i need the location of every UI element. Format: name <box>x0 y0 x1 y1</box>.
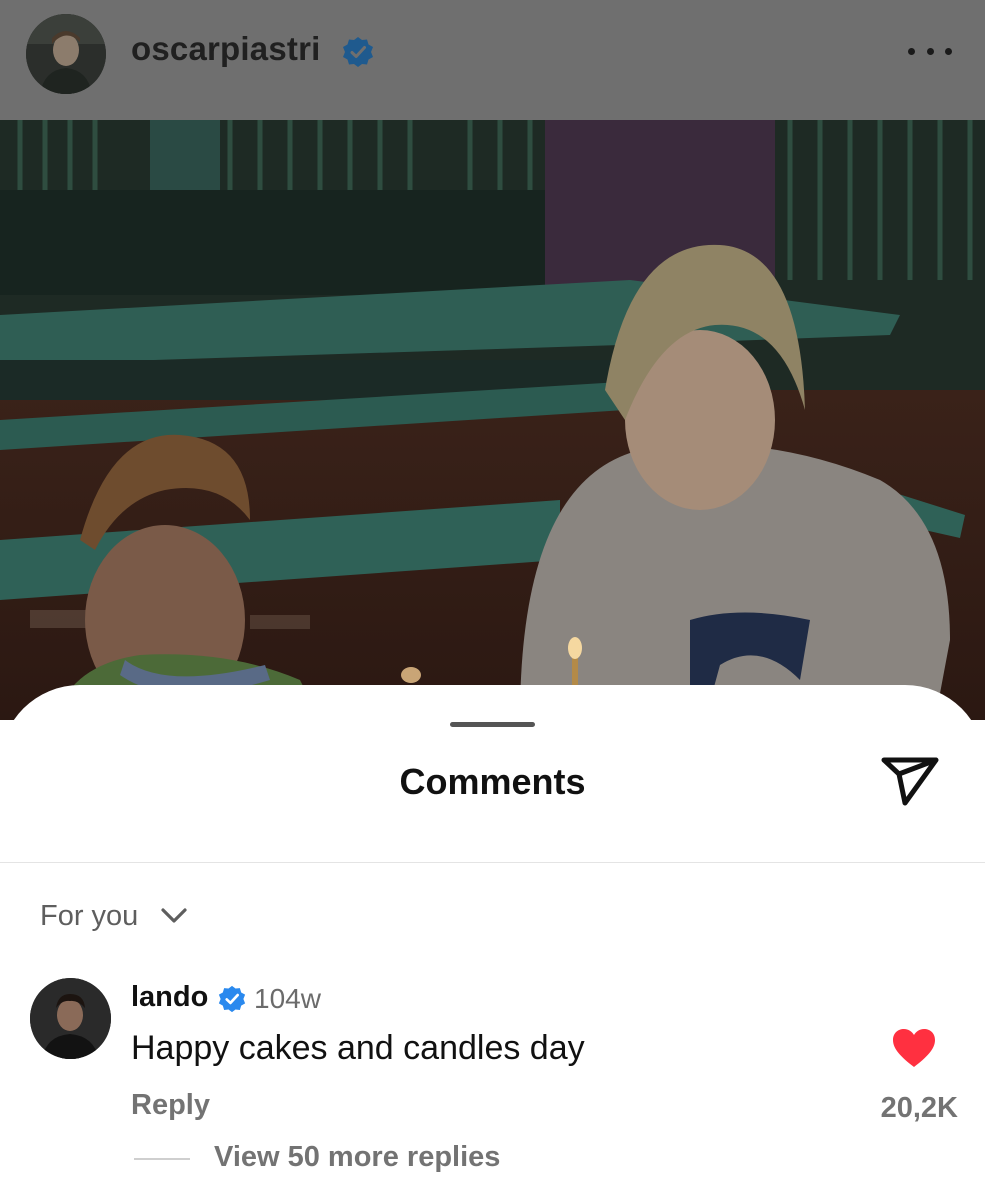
chevron-down-icon <box>161 908 187 923</box>
post-photo[interactable] <box>0 120 985 720</box>
more-dot <box>926 47 934 55</box>
heart-icon[interactable] <box>891 1027 937 1069</box>
comment-author-name[interactable]: lando <box>131 981 208 1014</box>
replies-connector-line <box>134 1158 190 1160</box>
verified-badge-icon <box>343 37 373 67</box>
comments-sheet: Comments <box>0 685 985 1200</box>
send-icon[interactable] <box>878 752 942 812</box>
post-header: oscarpiastri <box>0 0 985 120</box>
sort-label: For you <box>40 899 139 932</box>
verified-badge-icon <box>218 985 246 1013</box>
sheet-drag-handle[interactable] <box>450 722 535 727</box>
sheet-title: Comments <box>399 761 586 802</box>
view-more-replies-button[interactable]: View 50 more replies <box>214 1141 500 1174</box>
post-author-avatar[interactable] <box>26 14 106 94</box>
more-options-button[interactable] <box>904 36 956 66</box>
more-dot <box>908 47 915 55</box>
like-count: 20,2K <box>880 1092 958 1124</box>
sheet-divider <box>0 862 985 863</box>
comment-text: Happy cakes and candles day <box>131 1029 585 1067</box>
comment-author-avatar[interactable] <box>30 978 111 1059</box>
more-dot <box>945 47 952 55</box>
sort-dropdown[interactable]: For you <box>40 896 188 936</box>
reply-button[interactable]: Reply <box>131 1089 210 1122</box>
comment-timestamp: 104w <box>254 983 321 1014</box>
post-username[interactable]: oscarpiastri <box>131 30 321 68</box>
